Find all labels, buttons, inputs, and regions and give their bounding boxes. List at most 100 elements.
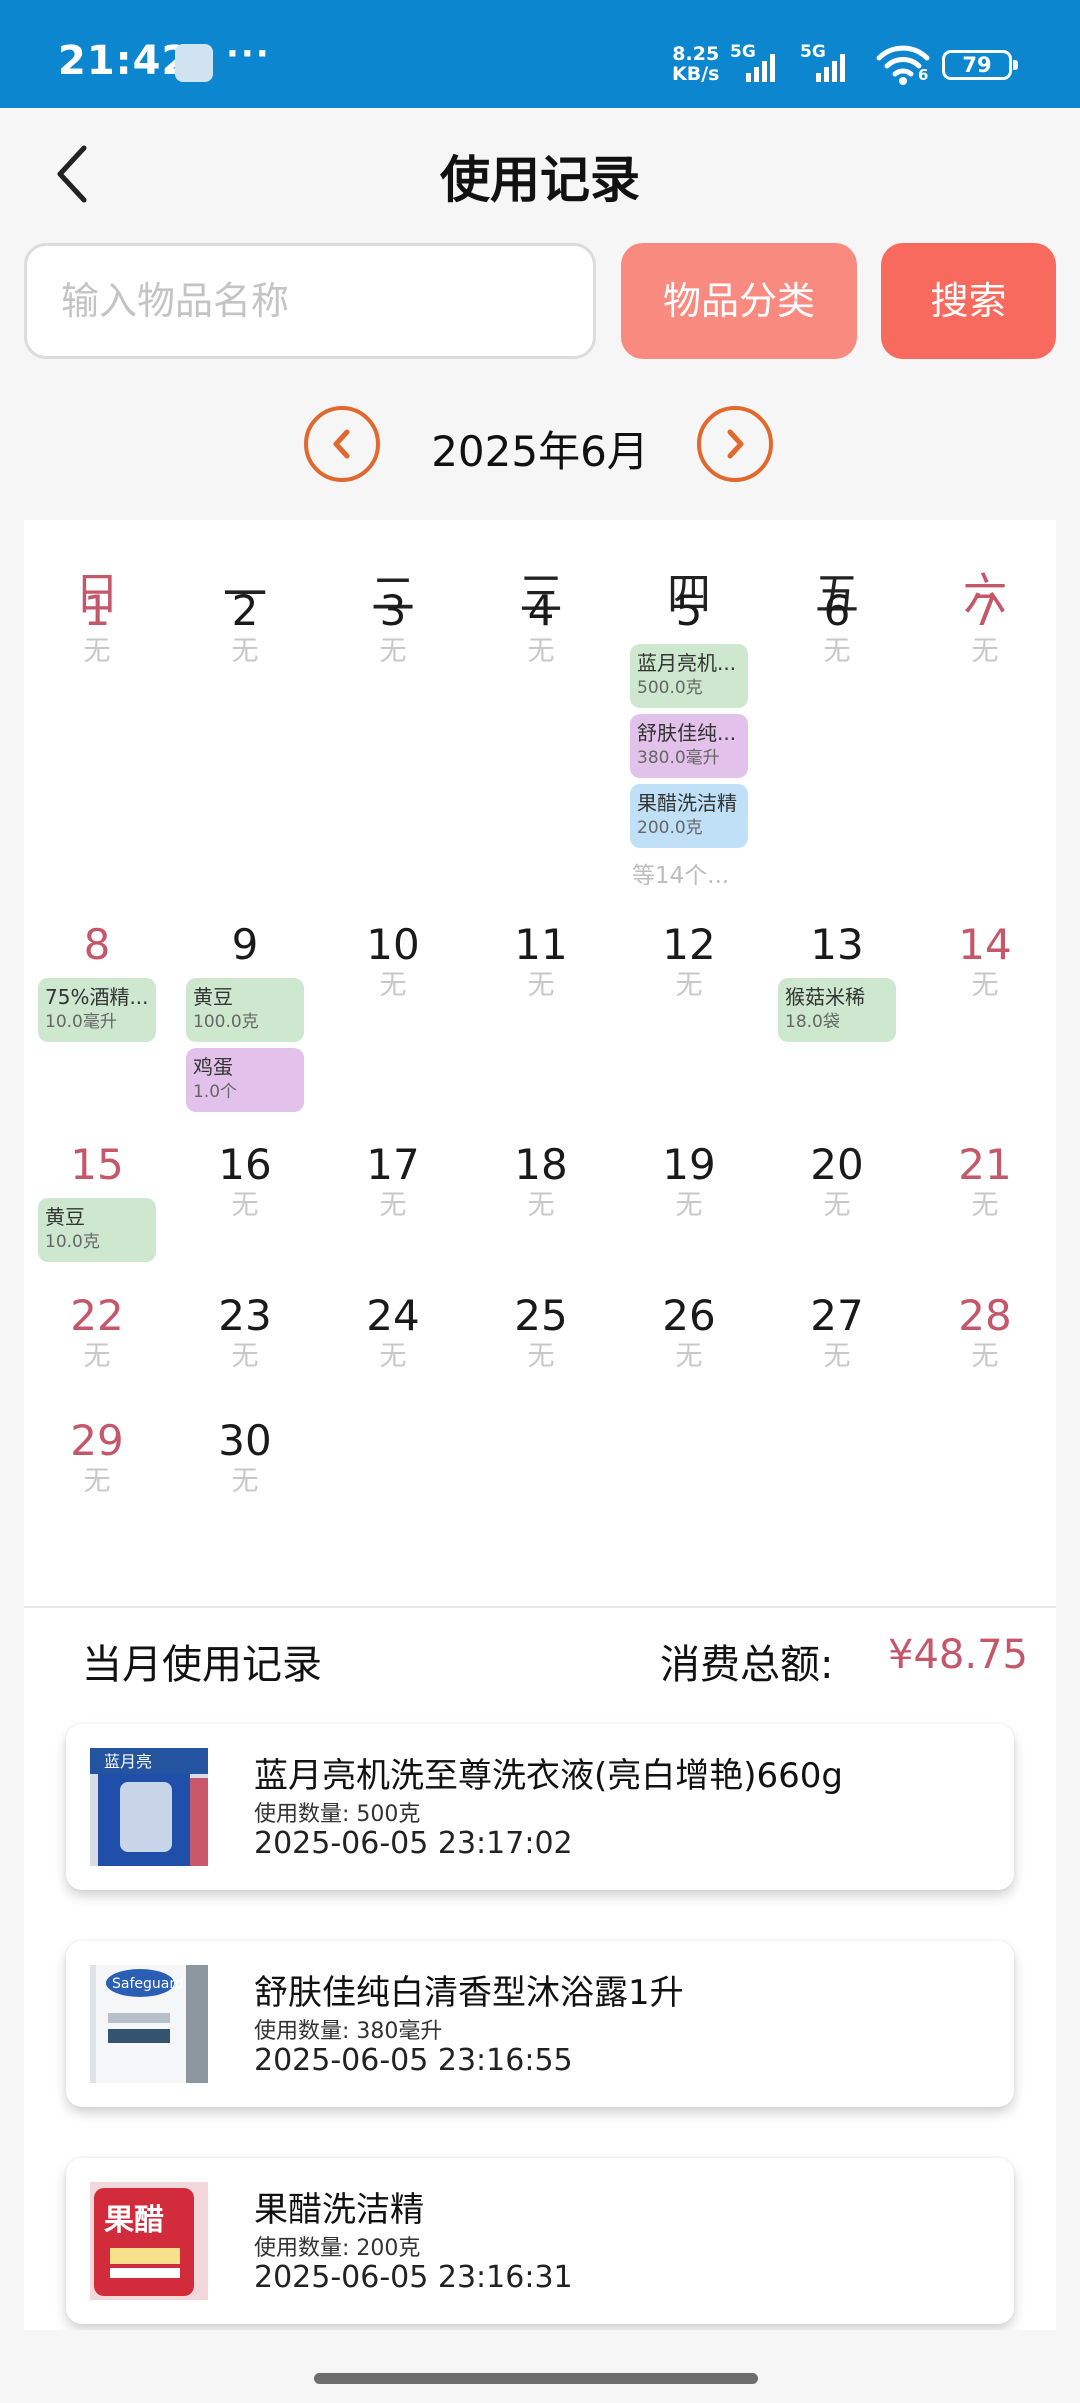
day-number: 29 bbox=[70, 1416, 124, 1465]
signal-2-icon: 5G bbox=[800, 42, 860, 84]
search-input[interactable] bbox=[24, 243, 596, 359]
calendar-day[interactable]: 24 无 bbox=[319, 1291, 467, 1373]
next-month-button[interactable] bbox=[697, 406, 773, 482]
usage-chip[interactable]: 黄豆 10.0克 bbox=[38, 1198, 156, 1262]
day-number: 16 bbox=[218, 1140, 272, 1189]
calendar-day[interactable]: 12 无 bbox=[615, 920, 763, 1002]
day-number: 24 bbox=[366, 1291, 420, 1340]
calendar-day[interactable]: 19 无 bbox=[615, 1140, 763, 1222]
no-record-label: 无 bbox=[971, 636, 999, 667]
usage-chip[interactable]: 黄豆 100.0克 bbox=[186, 978, 304, 1042]
notification-app-icon bbox=[175, 44, 213, 82]
home-indicator[interactable] bbox=[314, 2373, 758, 2384]
no-record-label: 无 bbox=[231, 1341, 259, 1372]
no-record-label: 无 bbox=[971, 1341, 999, 1372]
wifi-icon: 6 bbox=[876, 44, 930, 86]
usage-chip-name: 黄豆 bbox=[193, 985, 233, 1009]
calendar-day[interactable]: 23 无 bbox=[171, 1291, 319, 1373]
record-timestamp: 2025-06-05 23:16:55 bbox=[254, 2043, 573, 2078]
calendar-day[interactable]: 26 无 bbox=[615, 1291, 763, 1373]
calendar-day[interactable]: 27 无 bbox=[763, 1291, 911, 1373]
day-number: 22 bbox=[70, 1291, 124, 1340]
calendar-day[interactable]: 16 无 bbox=[171, 1140, 319, 1222]
record-timestamp: 2025-06-05 23:16:31 bbox=[254, 2260, 573, 2295]
record-product-name: 蓝月亮机洗至尊洗衣液(亮白增艳)660g bbox=[254, 1756, 844, 1796]
usage-chip[interactable]: 蓝月亮机... 500.0克 bbox=[630, 644, 748, 708]
network-speed: 8.25 KB/s bbox=[672, 43, 720, 85]
day-number: 26 bbox=[662, 1291, 716, 1340]
calendar-day[interactable]: 14 无 bbox=[911, 920, 1059, 1002]
calendar-day[interactable]: 22 无 bbox=[23, 1291, 171, 1373]
usage-record-card[interactable]: 蓝月亮 蓝月亮机洗至尊洗衣液(亮白增艳)660g 使用数量: 500克 2025-06… bbox=[66, 1724, 1014, 1890]
usage-chip-name: 蓝月亮机... bbox=[637, 651, 737, 675]
usage-record-card[interactable]: 果醋 果醋洗洁精 使用数量: 200克 2025-06-05 23:16:31 bbox=[66, 2158, 1014, 2324]
usage-chip-qty: 380.0毫升 bbox=[637, 748, 720, 768]
no-record-label: 无 bbox=[231, 1466, 259, 1497]
usage-chip[interactable]: 猴菇米稀 18.0袋 bbox=[778, 978, 896, 1042]
usage-chip-qty: 500.0克 bbox=[637, 678, 703, 698]
usage-chip[interactable]: 舒肤佳纯... 380.0毫升 bbox=[630, 714, 748, 778]
no-record-label: 无 bbox=[675, 970, 703, 1001]
day-number: 10 bbox=[366, 920, 420, 969]
chevron-right-icon bbox=[727, 429, 744, 459]
no-record-label: 无 bbox=[231, 636, 259, 667]
usage-chip[interactable]: 鸡蛋 1.0个 bbox=[186, 1048, 304, 1112]
calendar-day[interactable]: 1无 bbox=[23, 586, 171, 668]
day-number: 3 bbox=[379, 586, 407, 635]
calendar-day[interactable]: 29 无 bbox=[23, 1416, 171, 1498]
usage-record-card[interactable]: Safeguard 舒肤佳纯白清香型沐浴露1升 使用数量: 380毫升 2025-06… bbox=[66, 1941, 1014, 2107]
no-record-label: 无 bbox=[971, 1190, 999, 1221]
category-button[interactable]: 物品分类 bbox=[621, 243, 857, 359]
day-number: 19 bbox=[662, 1140, 716, 1189]
calendar-day[interactable]: 20 无 bbox=[763, 1140, 911, 1222]
usage-chip[interactable]: 果醋洗洁精 200.0克 bbox=[630, 784, 748, 848]
calendar-day[interactable]: 4无 bbox=[467, 586, 615, 668]
day-number: 23 bbox=[218, 1291, 272, 1340]
calendar-day[interactable]: 21 无 bbox=[911, 1140, 1059, 1222]
day-number: 25 bbox=[514, 1291, 568, 1340]
more-entries-label[interactable]: 等14个... bbox=[632, 856, 729, 890]
calendar-day[interactable]: 28 无 bbox=[911, 1291, 1059, 1373]
calendar-day[interactable]: 5 bbox=[615, 586, 763, 636]
usage-chip-qty: 10.0克 bbox=[45, 1232, 100, 1252]
day-number: 27 bbox=[810, 1291, 864, 1340]
calendar-day[interactable]: 2无 bbox=[171, 586, 319, 668]
calendar-day[interactable]: 11 无 bbox=[467, 920, 615, 1002]
no-record-label: 无 bbox=[823, 1190, 851, 1221]
calendar-day[interactable]: 18 无 bbox=[467, 1140, 615, 1222]
calendar-day[interactable]: 3无 bbox=[319, 586, 467, 668]
calendar-day[interactable]: 6无 bbox=[763, 586, 911, 668]
status-time: 21:42 bbox=[58, 38, 191, 84]
no-record-label: 无 bbox=[675, 1190, 703, 1221]
usage-chip-name: 75%酒精... bbox=[45, 985, 149, 1009]
no-record-label: 无 bbox=[527, 1190, 555, 1221]
calendar-day[interactable]: 10 无 bbox=[319, 920, 467, 1002]
calendar-day[interactable]: 8 bbox=[23, 920, 171, 970]
battery-icon: 79 bbox=[942, 50, 1018, 80]
calendar-day[interactable]: 17 无 bbox=[319, 1140, 467, 1222]
monthly-records-panel: 当月使用记录 消费总额: ¥48.75 蓝月亮 蓝月亮机洗至尊洗衣液(亮白增艳)6… bbox=[24, 1608, 1056, 2330]
calendar-day[interactable]: 30 无 bbox=[171, 1416, 319, 1498]
calendar-day[interactable]: 25 无 bbox=[467, 1291, 615, 1373]
calendar-day[interactable]: 13 bbox=[763, 920, 911, 970]
no-record-label: 无 bbox=[379, 1190, 407, 1221]
no-record-label: 无 bbox=[527, 970, 555, 1001]
record-quantity: 使用数量: 200克 bbox=[254, 2236, 421, 2261]
day-number: 14 bbox=[958, 920, 1012, 969]
calendar-day[interactable]: 15 bbox=[23, 1140, 171, 1190]
no-record-label: 无 bbox=[675, 1341, 703, 1372]
usage-chip[interactable]: 75%酒精... 10.0毫升 bbox=[38, 978, 156, 1042]
record-quantity: 使用数量: 500克 bbox=[254, 1802, 421, 1827]
calendar-day[interactable]: 9 bbox=[171, 920, 319, 970]
day-number: 28 bbox=[958, 1291, 1012, 1340]
calendar-day[interactable]: 7无 bbox=[911, 586, 1059, 668]
no-record-label: 无 bbox=[379, 1341, 407, 1372]
usage-chip-qty: 200.0克 bbox=[637, 818, 703, 838]
record-timestamp: 2025-06-05 23:17:02 bbox=[254, 1826, 573, 1861]
search-button[interactable]: 搜索 bbox=[881, 243, 1056, 359]
no-record-label: 无 bbox=[379, 970, 407, 1001]
day-number: 4 bbox=[527, 586, 555, 635]
day-number: 12 bbox=[662, 920, 716, 969]
day-number: 20 bbox=[810, 1140, 864, 1189]
usage-chip-name: 果醋洗洁精 bbox=[637, 791, 737, 815]
